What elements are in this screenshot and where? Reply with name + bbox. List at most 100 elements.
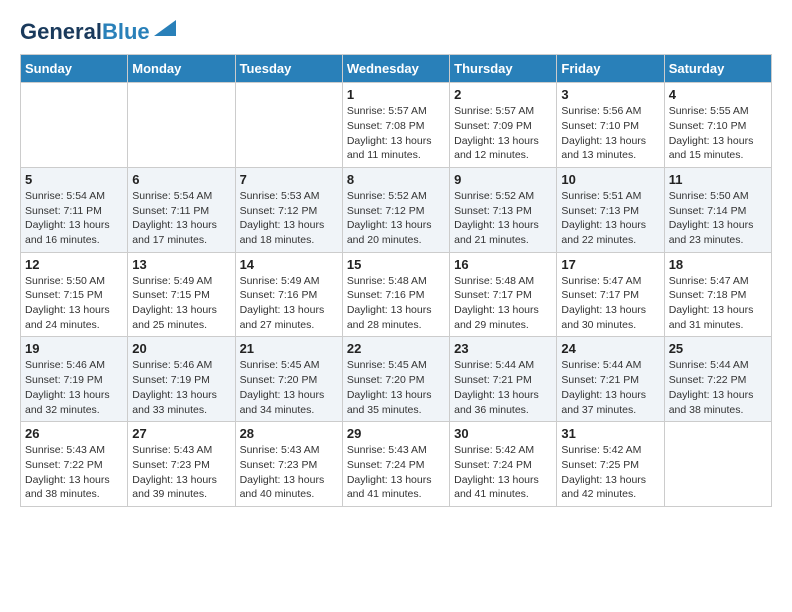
day-info: Sunrise: 5:50 AM Sunset: 7:15 PM Dayligh… — [25, 274, 123, 333]
day-number: 6 — [132, 172, 230, 187]
day-info: Sunrise: 5:54 AM Sunset: 7:11 PM Dayligh… — [132, 189, 230, 248]
weekday-header-thursday: Thursday — [450, 55, 557, 83]
day-info: Sunrise: 5:53 AM Sunset: 7:12 PM Dayligh… — [240, 189, 338, 248]
day-number: 4 — [669, 87, 767, 102]
calendar-cell: 2 Sunrise: 5:57 AM Sunset: 7:09 PM Daylig… — [450, 83, 557, 168]
calendar-cell: 12 Sunrise: 5:50 AM Sunset: 7:15 PM Dayli… — [21, 252, 128, 337]
day-info: Sunrise: 5:43 AM Sunset: 7:23 PM Dayligh… — [240, 443, 338, 502]
day-number: 1 — [347, 87, 445, 102]
calendar-week-row: 1 Sunrise: 5:57 AM Sunset: 7:08 PM Daylig… — [21, 83, 772, 168]
day-number: 13 — [132, 257, 230, 272]
day-info: Sunrise: 5:43 AM Sunset: 7:23 PM Dayligh… — [132, 443, 230, 502]
day-number: 10 — [561, 172, 659, 187]
calendar-cell — [664, 422, 771, 507]
calendar-body: 1 Sunrise: 5:57 AM Sunset: 7:08 PM Daylig… — [21, 83, 772, 507]
calendar-cell — [235, 83, 342, 168]
day-info: Sunrise: 5:56 AM Sunset: 7:10 PM Dayligh… — [561, 104, 659, 163]
day-number: 16 — [454, 257, 552, 272]
calendar-cell: 19Sunrise: 5:46 AM Sunset: 7:19 PM Dayli… — [21, 337, 128, 422]
day-info: Sunrise: 5:47 AM Sunset: 7:17 PM Dayligh… — [561, 274, 659, 333]
calendar-cell: 28Sunrise: 5:43 AM Sunset: 7:23 PM Dayli… — [235, 422, 342, 507]
day-number: 17 — [561, 257, 659, 272]
day-number: 19 — [25, 341, 123, 356]
day-number: 27 — [132, 426, 230, 441]
day-number: 3 — [561, 87, 659, 102]
day-info: Sunrise: 5:57 AM Sunset: 7:08 PM Dayligh… — [347, 104, 445, 163]
calendar-cell: 13 Sunrise: 5:49 AM Sunset: 7:15 PM Dayli… — [128, 252, 235, 337]
day-number: 8 — [347, 172, 445, 187]
weekday-header-monday: Monday — [128, 55, 235, 83]
day-info: Sunrise: 5:49 AM Sunset: 7:16 PM Dayligh… — [240, 274, 338, 333]
calendar-week-row: 12 Sunrise: 5:50 AM Sunset: 7:15 PM Dayli… — [21, 252, 772, 337]
day-number: 21 — [240, 341, 338, 356]
day-info: Sunrise: 5:43 AM Sunset: 7:24 PM Dayligh… — [347, 443, 445, 502]
calendar-table: SundayMondayTuesdayWednesdayThursdayFrid… — [20, 54, 772, 507]
day-number: 22 — [347, 341, 445, 356]
day-number: 23 — [454, 341, 552, 356]
calendar-cell: 21 Sunrise: 5:45 AM Sunset: 7:20 PM Dayli… — [235, 337, 342, 422]
calendar-cell: 3 Sunrise: 5:56 AM Sunset: 7:10 PM Daylig… — [557, 83, 664, 168]
calendar-cell: 8Sunrise: 5:52 AM Sunset: 7:12 PM Daylig… — [342, 167, 449, 252]
logo-text: GeneralBlue — [20, 20, 150, 44]
day-number: 12 — [25, 257, 123, 272]
calendar-cell: 16 Sunrise: 5:48 AM Sunset: 7:17 PM Dayli… — [450, 252, 557, 337]
calendar-cell: 20Sunrise: 5:46 AM Sunset: 7:19 PM Dayli… — [128, 337, 235, 422]
calendar-cell: 14 Sunrise: 5:49 AM Sunset: 7:16 PM Dayli… — [235, 252, 342, 337]
calendar-cell: 9Sunrise: 5:52 AM Sunset: 7:13 PM Daylig… — [450, 167, 557, 252]
calendar-cell: 24 Sunrise: 5:44 AM Sunset: 7:21 PM Dayli… — [557, 337, 664, 422]
calendar-cell: 15Sunrise: 5:48 AM Sunset: 7:16 PM Dayli… — [342, 252, 449, 337]
calendar-week-row: 19Sunrise: 5:46 AM Sunset: 7:19 PM Dayli… — [21, 337, 772, 422]
day-number: 26 — [25, 426, 123, 441]
day-info: Sunrise: 5:42 AM Sunset: 7:24 PM Dayligh… — [454, 443, 552, 502]
calendar-cell: 23Sunrise: 5:44 AM Sunset: 7:21 PM Dayli… — [450, 337, 557, 422]
day-number: 31 — [561, 426, 659, 441]
calendar-cell: 29 Sunrise: 5:43 AM Sunset: 7:24 PM Dayli… — [342, 422, 449, 507]
day-info: Sunrise: 5:43 AM Sunset: 7:22 PM Dayligh… — [25, 443, 123, 502]
weekday-header-wednesday: Wednesday — [342, 55, 449, 83]
day-number: 5 — [25, 172, 123, 187]
calendar-cell: 10 Sunrise: 5:51 AM Sunset: 7:13 PM Dayli… — [557, 167, 664, 252]
day-number: 9 — [454, 172, 552, 187]
day-info: Sunrise: 5:44 AM Sunset: 7:21 PM Dayligh… — [561, 358, 659, 417]
day-number: 7 — [240, 172, 338, 187]
day-info: Sunrise: 5:51 AM Sunset: 7:13 PM Dayligh… — [561, 189, 659, 248]
weekday-header-saturday: Saturday — [664, 55, 771, 83]
day-number: 30 — [454, 426, 552, 441]
day-number: 29 — [347, 426, 445, 441]
day-number: 11 — [669, 172, 767, 187]
calendar-cell: 27 Sunrise: 5:43 AM Sunset: 7:23 PM Dayli… — [128, 422, 235, 507]
day-info: Sunrise: 5:57 AM Sunset: 7:09 PM Dayligh… — [454, 104, 552, 163]
day-number: 2 — [454, 87, 552, 102]
weekday-header-sunday: Sunday — [21, 55, 128, 83]
day-number: 20 — [132, 341, 230, 356]
calendar-cell: 7 Sunrise: 5:53 AM Sunset: 7:12 PM Daylig… — [235, 167, 342, 252]
weekday-header-tuesday: Tuesday — [235, 55, 342, 83]
day-number: 18 — [669, 257, 767, 272]
calendar-cell: 6 Sunrise: 5:54 AM Sunset: 7:11 PM Daylig… — [128, 167, 235, 252]
day-info: Sunrise: 5:48 AM Sunset: 7:17 PM Dayligh… — [454, 274, 552, 333]
day-number: 24 — [561, 341, 659, 356]
page-header: GeneralBlue — [20, 20, 772, 44]
logo-icon — [154, 20, 176, 36]
calendar-cell: 11 Sunrise: 5:50 AM Sunset: 7:14 PM Dayli… — [664, 167, 771, 252]
day-info: Sunrise: 5:48 AM Sunset: 7:16 PM Dayligh… — [347, 274, 445, 333]
day-info: Sunrise: 5:54 AM Sunset: 7:11 PM Dayligh… — [25, 189, 123, 248]
calendar-cell: 1 Sunrise: 5:57 AM Sunset: 7:08 PM Daylig… — [342, 83, 449, 168]
calendar-cell — [128, 83, 235, 168]
day-info: Sunrise: 5:45 AM Sunset: 7:20 PM Dayligh… — [240, 358, 338, 417]
day-info: Sunrise: 5:45 AM Sunset: 7:20 PM Dayligh… — [347, 358, 445, 417]
calendar-cell: 25Sunrise: 5:44 AM Sunset: 7:22 PM Dayli… — [664, 337, 771, 422]
calendar-cell: 31Sunrise: 5:42 AM Sunset: 7:25 PM Dayli… — [557, 422, 664, 507]
day-info: Sunrise: 5:44 AM Sunset: 7:22 PM Dayligh… — [669, 358, 767, 417]
day-info: Sunrise: 5:50 AM Sunset: 7:14 PM Dayligh… — [669, 189, 767, 248]
calendar-cell: 17 Sunrise: 5:47 AM Sunset: 7:17 PM Dayli… — [557, 252, 664, 337]
calendar-cell: 18Sunrise: 5:47 AM Sunset: 7:18 PM Dayli… — [664, 252, 771, 337]
logo: GeneralBlue — [20, 20, 176, 44]
calendar-cell: 5 Sunrise: 5:54 AM Sunset: 7:11 PM Daylig… — [21, 167, 128, 252]
calendar-cell: 4 Sunrise: 5:55 AM Sunset: 7:10 PM Daylig… — [664, 83, 771, 168]
day-info: Sunrise: 5:55 AM Sunset: 7:10 PM Dayligh… — [669, 104, 767, 163]
day-info: Sunrise: 5:49 AM Sunset: 7:15 PM Dayligh… — [132, 274, 230, 333]
calendar-cell: 30 Sunrise: 5:42 AM Sunset: 7:24 PM Dayli… — [450, 422, 557, 507]
calendar-week-row: 26 Sunrise: 5:43 AM Sunset: 7:22 PM Dayli… — [21, 422, 772, 507]
day-number: 14 — [240, 257, 338, 272]
